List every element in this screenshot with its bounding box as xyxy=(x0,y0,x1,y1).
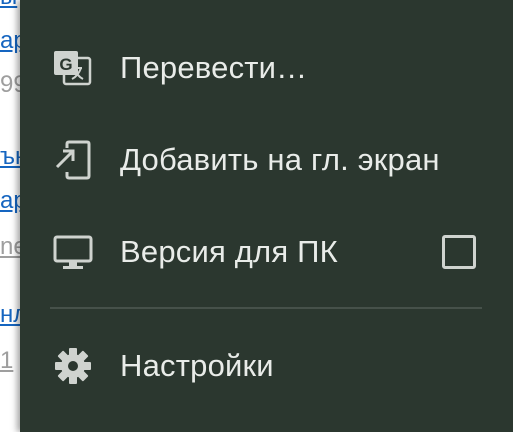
menu-item-label: Версия для ПК xyxy=(120,234,338,269)
settings-gear-icon xyxy=(51,344,95,388)
browser-page: ы ар 99 ън ар ne нл 1 G Перевести… xyxy=(0,0,513,432)
menu-item-label: Настройки xyxy=(120,348,274,383)
menu-item-label: Добавить на гл. экран xyxy=(120,142,440,177)
background-text-fragment: 1 xyxy=(0,347,14,374)
overflow-menu: G Перевести… Добавить на гл. экран Верси… xyxy=(20,0,513,432)
desktop-icon xyxy=(51,230,95,274)
menu-item-desktop-site[interactable]: Версия для ПК xyxy=(20,206,513,298)
background-link-fragment[interactable]: ы xyxy=(0,0,17,10)
menu-divider xyxy=(50,307,482,309)
add-to-homescreen-icon xyxy=(51,138,95,182)
translate-icon: G xyxy=(51,46,95,90)
menu-item-translate[interactable]: G Перевести… xyxy=(20,22,513,114)
menu-item-label: Перевести… xyxy=(120,50,308,85)
menu-item-add-to-homescreen[interactable]: Добавить на гл. экран xyxy=(20,114,513,206)
desktop-site-checkbox[interactable] xyxy=(442,235,476,269)
menu-item-settings[interactable]: Настройки xyxy=(20,320,513,412)
svg-text:G: G xyxy=(59,55,72,74)
